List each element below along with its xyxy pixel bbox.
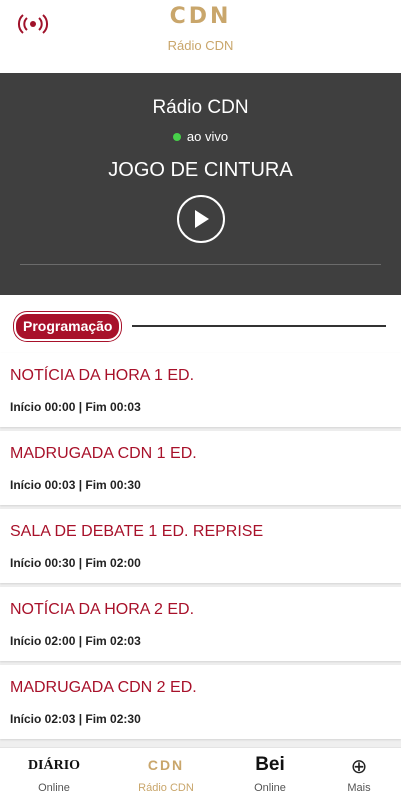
cdn-logo: CDN [169, 4, 232, 29]
program-title: MADRUGADA CDN 2 ED. [10, 679, 197, 696]
live-dot-icon [172, 132, 181, 141]
header-subtitle: Rádio CDN [167, 38, 234, 53]
program-time: Início 02:00 | Fim 02:03 [10, 634, 141, 648]
program-title: NOTÍCIA DA HORA 1 ED. [10, 367, 195, 384]
schedule-label: Programação [14, 312, 122, 341]
program-title: MADRUGADA CDN 1 ED. [10, 445, 197, 462]
list-item[interactable]: NOTÍCIA DA HORA 2 ED. Início 02:00 | Fim… [0, 587, 401, 661]
app-header: CDN Rádio CDN [0, 0, 401, 73]
list-item[interactable]: MADRUGADA CDN 2 ED. Início 02:03 | Fim 0… [0, 665, 401, 739]
tab-label: Mais [347, 782, 371, 794]
radio-player: Rádio CDN ao vivo JOGO DE CINTURA [0, 73, 401, 295]
divider [132, 325, 386, 327]
live-indicator: ao vivo [0, 129, 401, 144]
list-item[interactable]: SALA DE DEBATE 1 ED. REPRISE Início 00:3… [0, 509, 401, 583]
tab-label: Online [254, 782, 286, 794]
schedule-list: NOTÍCIA DA HORA 1 ED. Início 00:00 | Fim… [0, 353, 401, 743]
station-name: Rádio CDN [152, 97, 249, 118]
tab-diario[interactable]: DIÁRIO Online [4, 748, 104, 801]
tab-more[interactable]: ⊕ Mais [309, 748, 401, 801]
plus-icon: ⊕ [350, 756, 368, 778]
tab-label: Rádio CDN [138, 782, 194, 794]
play-icon [195, 210, 209, 228]
tab-bei[interactable]: Bei Online [220, 748, 320, 801]
bei-logo: Bei [255, 754, 285, 775]
program-time: Início 02:03 | Fim 02:30 [10, 712, 141, 726]
tab-radio-cdn[interactable]: CDN Rádio CDN [116, 748, 216, 801]
program-time: Início 00:30 | Fim 02:00 [10, 556, 141, 570]
program-time: Início 00:03 | Fim 00:30 [10, 478, 141, 492]
program-time: Início 00:00 | Fim 00:03 [10, 400, 141, 414]
schedule-header: Programação [0, 295, 401, 353]
play-button[interactable] [177, 195, 225, 243]
current-program: JOGO DE CINTURA [108, 159, 293, 181]
diario-logo: DIÁRIO [27, 758, 81, 773]
list-item[interactable]: MADRUGADA CDN 1 ED. Início 00:03 | Fim 0… [0, 431, 401, 505]
program-title: NOTÍCIA DA HORA 2 ED. [10, 601, 195, 618]
progress-bar[interactable] [20, 264, 381, 265]
live-label: ao vivo [186, 129, 229, 144]
program-title: SALA DE DEBATE 1 ED. REPRISE [10, 523, 264, 540]
cdn-logo: CDN [147, 757, 185, 773]
bottom-tab-bar: DIÁRIO Online CDN Rádio CDN Bei Online ⊕… [0, 747, 401, 801]
list-item[interactable]: NOTÍCIA DA HORA 1 ED. Início 00:00 | Fim… [0, 353, 401, 427]
tab-label: Online [38, 782, 70, 794]
